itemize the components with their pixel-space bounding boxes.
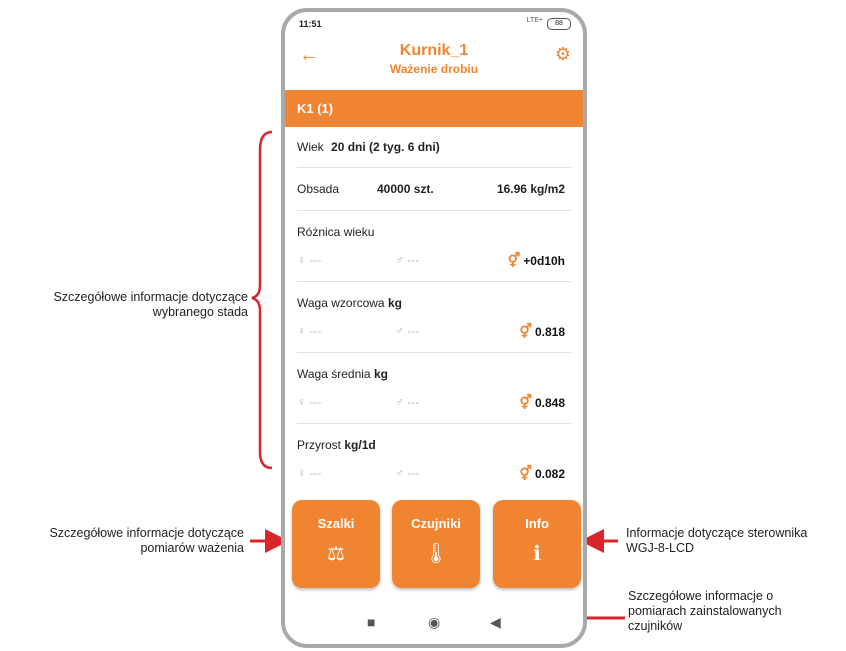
female-value: ♀ ---: [297, 395, 322, 409]
block-label: Waga wzorcowa kg: [297, 296, 402, 310]
flock-details-bracket: [251, 130, 273, 470]
scales-button[interactable]: Szalki ⚖: [292, 500, 380, 588]
male-icon: ♂: [395, 324, 404, 338]
header-titles: Kurnik_1 Ważenie drobiu: [335, 42, 533, 76]
page-title: Kurnik_1: [399, 42, 469, 59]
male-icon: ♂: [395, 395, 404, 409]
female-icon: ♀: [297, 466, 306, 480]
gear-icon[interactable]: ⚙: [555, 44, 571, 65]
battery-icon: 88: [547, 18, 571, 30]
info-button-label: Info: [525, 516, 549, 531]
status-time: 11:51: [299, 19, 322, 29]
stocking-label: Obsada: [297, 182, 340, 196]
age-row: Wiek 20 dni (2 tyg. 6 dni): [297, 127, 571, 168]
stocking-density: 16.96 kg/m2: [496, 182, 565, 196]
system-nav-bar: ■ ◉ ◀: [285, 604, 583, 644]
male-icon: ♂: [395, 466, 404, 480]
annotation-flock-details: Szczegółowe informacje dotyczące wybrane…: [53, 290, 248, 319]
female-icon: ♀: [297, 395, 306, 409]
info-button[interactable]: Info ℹ: [493, 500, 581, 588]
annotation-controller-info: Informacje dotyczące sterownika WGJ-8-LC…: [626, 526, 808, 555]
age-label: Wiek: [297, 140, 324, 154]
age-value: 20 dni (2 tyg. 6 dni): [331, 140, 440, 154]
mixed-value: ⚥ +0d10h: [507, 252, 565, 268]
annotation-weighing-details: Szczegółowe informacje dotyczące pomiaró…: [49, 526, 244, 555]
status-bar: 11:51 LTE+ 88: [285, 12, 583, 34]
arrow-left-icon[interactable]: ←: [299, 44, 319, 67]
mixed-value: ⚥ 0.848: [519, 394, 565, 410]
annotation-sensor-details: Szczegółowe informacje o pomiarach zains…: [628, 589, 782, 633]
reference-weight-block: Waga wzorcowa kg ♀ --- ♂ --- ⚥ 0.818: [297, 282, 571, 353]
mixed-sex-icon: ⚥: [519, 394, 532, 410]
mixed-value: ⚥ 0.082: [519, 465, 565, 481]
average-weight-block: Waga średnia kg ♀ --- ♂ --- ⚥ 0.848: [297, 353, 571, 424]
phone-screen: 11:51 LTE+ 88 ← Kurnik_1 Ważenie drobiu …: [281, 8, 587, 648]
male-value: ♂ ---: [395, 466, 420, 480]
app-bar: ← Kurnik_1 Ważenie drobiu ⚙: [285, 34, 583, 84]
female-value: ♀ ---: [297, 466, 322, 480]
sensors-button[interactable]: Czujniki 🌡: [392, 500, 480, 588]
stocking-count: 40000 szt.: [377, 182, 434, 196]
sensors-button-label: Czujniki: [411, 516, 461, 531]
home-icon[interactable]: ◉: [428, 614, 440, 631]
male-icon: ♂: [395, 253, 404, 267]
block-label: Przyrost kg/1d: [297, 438, 376, 452]
signal-icon: LTE+: [526, 17, 543, 24]
female-value: ♀ ---: [297, 253, 322, 267]
mixed-sex-icon: ⚥: [519, 465, 532, 481]
female-icon: ♀: [297, 253, 306, 267]
page-subtitle: Ważenie drobiu: [389, 62, 479, 76]
scales-button-label: Szalki: [317, 516, 355, 531]
stocking-row: Obsada 40000 szt. 16.96 kg/m2: [297, 168, 571, 211]
thermometer-icon: 🌡: [423, 543, 449, 565]
back-nav-icon[interactable]: ◀: [490, 614, 501, 631]
age-difference-block: Różnica wieku ♀ --- ♂ --- ⚥ +0d10h: [297, 211, 571, 282]
flock-bar: K1 (1): [285, 90, 583, 127]
block-label: Waga średnia kg: [297, 367, 388, 381]
block-label: Różnica wieku: [297, 225, 375, 239]
female-icon: ♀: [297, 324, 306, 338]
male-value: ♂ ---: [395, 253, 420, 267]
info-icon: ℹ: [533, 543, 541, 565]
female-value: ♀ ---: [297, 324, 322, 338]
scale-icon: ⚖: [327, 543, 345, 565]
gain-block: Przyrost kg/1d ♀ --- ♂ --- ⚥ 0.082: [297, 424, 571, 494]
mixed-sex-icon: ⚥: [519, 323, 532, 339]
male-value: ♂ ---: [395, 395, 420, 409]
flock-details: Wiek 20 dni (2 tyg. 6 dni) Obsada 40000 …: [297, 127, 571, 494]
recents-icon[interactable]: ■: [367, 614, 375, 630]
mixed-sex-icon: ⚥: [507, 252, 521, 268]
mixed-value: ⚥ 0.818: [519, 323, 565, 339]
male-value: ♂ ---: [395, 324, 420, 338]
